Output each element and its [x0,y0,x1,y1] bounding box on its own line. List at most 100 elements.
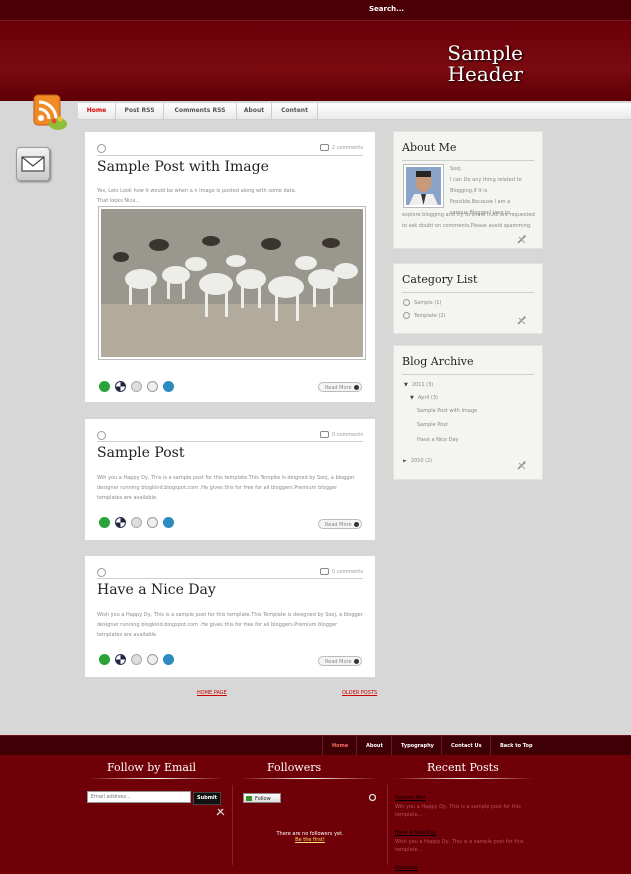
share-icon[interactable] [99,517,110,528]
share-icon[interactable] [99,381,110,392]
share-icon[interactable] [115,517,126,528]
archive-post-link[interactable]: Sample Post [417,420,448,431]
archive-post-link[interactable]: Sample Post with Image [417,406,477,417]
footer-nav-home[interactable]: Home [322,736,348,756]
post-card: 2 comments Sample Post with Image Yes, L… [85,132,375,402]
divider [402,292,534,293]
envelope-icon [21,156,45,172]
share-icon[interactable] [131,381,142,392]
category-item[interactable]: Template (2) [403,311,446,322]
search-link[interactable]: Search... [369,5,404,13]
share-icon[interactable] [131,654,142,665]
author-name[interactable]: Sooj [450,164,535,175]
settings-icon[interactable] [368,793,377,802]
comments-link[interactable]: 2 comments [320,144,363,151]
divider [97,441,363,442]
post-image[interactable] [98,206,366,360]
comments-link[interactable]: 0 comments [320,431,363,438]
archive-post-link[interactable]: Have a Nice Day [417,435,459,446]
divider [402,160,534,161]
share-icons [99,381,174,392]
stumbleupon-icon[interactable] [163,654,174,665]
email-subscribe-icon[interactable] [16,147,50,181]
footer-nav-about[interactable]: About [356,736,383,756]
recent-post-snippet: Wih you a Happy Dy, This is a sample pos… [395,804,521,818]
read-more-button[interactable]: Read More [318,382,362,392]
expand-down-icon[interactable]: ▼ [404,382,408,388]
post-title[interactable]: Sample Post with Image [97,159,269,175]
share-icons [99,654,174,665]
nav-comments-rss[interactable]: Comments RSS [164,103,237,119]
comments-link[interactable]: 0 comments [320,568,363,575]
share-icons [99,517,174,528]
follow-button[interactable]: Follow [243,793,281,803]
archive-month-april[interactable]: ▼ April (3) [410,393,438,404]
recent-post-link[interactable]: Sample Post [395,795,426,801]
reddit-icon[interactable] [147,381,158,392]
post-title[interactable]: Sample Post [97,445,184,461]
post-meta-icon [97,144,106,153]
reddit-icon[interactable] [147,654,158,665]
edit-tools-icon[interactable] [517,461,526,470]
post-card: 0 comments Sample Post Wih you a Happy D… [85,419,375,540]
nav-home[interactable]: Home [78,103,116,119]
rss-feed-icon[interactable] [28,91,70,133]
widget-title: About Me [402,141,457,154]
bullet-icon [403,299,410,306]
share-icon[interactable] [99,654,110,665]
about-line: Possible,Because I am a [450,199,511,205]
divider [97,578,363,579]
older-posts-link[interactable]: OLDER POSTS [342,690,377,696]
stumbleupon-icon[interactable] [163,381,174,392]
read-more-button[interactable]: Read More [318,519,362,529]
footer-nav-back-to-top[interactable]: Back to Top [490,736,533,756]
footer-nav: Home About Typography Contact Us Back to… [0,735,631,756]
footer: Follow by Email Followers Recent Posts T… [0,755,631,874]
be-first-link[interactable]: Be the first! [265,837,355,843]
submit-button[interactable]: Submit [193,792,221,805]
archive-year-label: 2011 (3) [411,382,434,388]
main-nav: Home Post RSS Comments RSS About Content [78,103,631,120]
blog-archive-widget: Blog Archive ▼ 2011 (3) ▼ April (3) Sample… [393,345,543,480]
post-title[interactable]: Have a Nice Day [97,582,216,598]
site-header: Sample Header [0,21,631,101]
nav-post-rss[interactable]: Post RSS [116,103,164,119]
recent-post-link[interactable]: Welcome [395,865,418,871]
divider [97,155,363,156]
nav-about[interactable]: About [237,103,272,119]
email-field[interactable] [87,791,191,803]
post-body: Yes, Lets Look how it would be when a n … [97,186,363,206]
avatar[interactable] [403,164,444,208]
category-item[interactable]: Sample (1) [403,298,441,309]
site-title[interactable]: Sample Header [396,43,523,85]
reddit-icon[interactable] [147,517,158,528]
nav-content[interactable]: Content [272,103,318,119]
expand-down-icon[interactable]: ▼ [410,395,414,401]
archive-year-label: 2010 (2) [410,458,433,464]
share-icon[interactable] [115,654,126,665]
site-title-line1: Sample [447,41,523,65]
expand-right-icon[interactable]: ► [403,458,407,464]
post-meta-icon [97,431,106,440]
share-icon[interactable] [115,381,126,392]
about-line: I can Do any thing related to [450,177,522,183]
horses-illustration [101,209,363,357]
recent-post-link[interactable]: Have a Nice Day [395,830,437,836]
edit-tools-icon[interactable] [216,807,225,816]
avatar-photo [406,167,441,205]
read-more-button[interactable]: Read More [318,656,362,666]
footer-nav-contact[interactable]: Contact Us [441,736,482,756]
divider [395,778,533,779]
post-body-line: Yes, Lets Look how it would be when a n … [97,188,297,194]
archive-year-2010[interactable]: ► 2010 (2) [403,456,432,467]
share-icon[interactable] [131,517,142,528]
stumbleupon-icon[interactable] [163,517,174,528]
recent-post-snippet: Wish you a Happy Dy, This is a sample po… [395,839,524,853]
footer-nav-typography[interactable]: Typography [391,736,434,756]
archive-year-2011[interactable]: ▼ 2011 (3) [404,380,433,391]
home-page-link[interactable]: HOME PAGE [197,690,227,696]
edit-tools-icon[interactable] [517,316,526,325]
divider [387,785,388,865]
edit-tools-icon[interactable] [517,235,526,244]
archive-month-label: April (3) [417,395,438,401]
